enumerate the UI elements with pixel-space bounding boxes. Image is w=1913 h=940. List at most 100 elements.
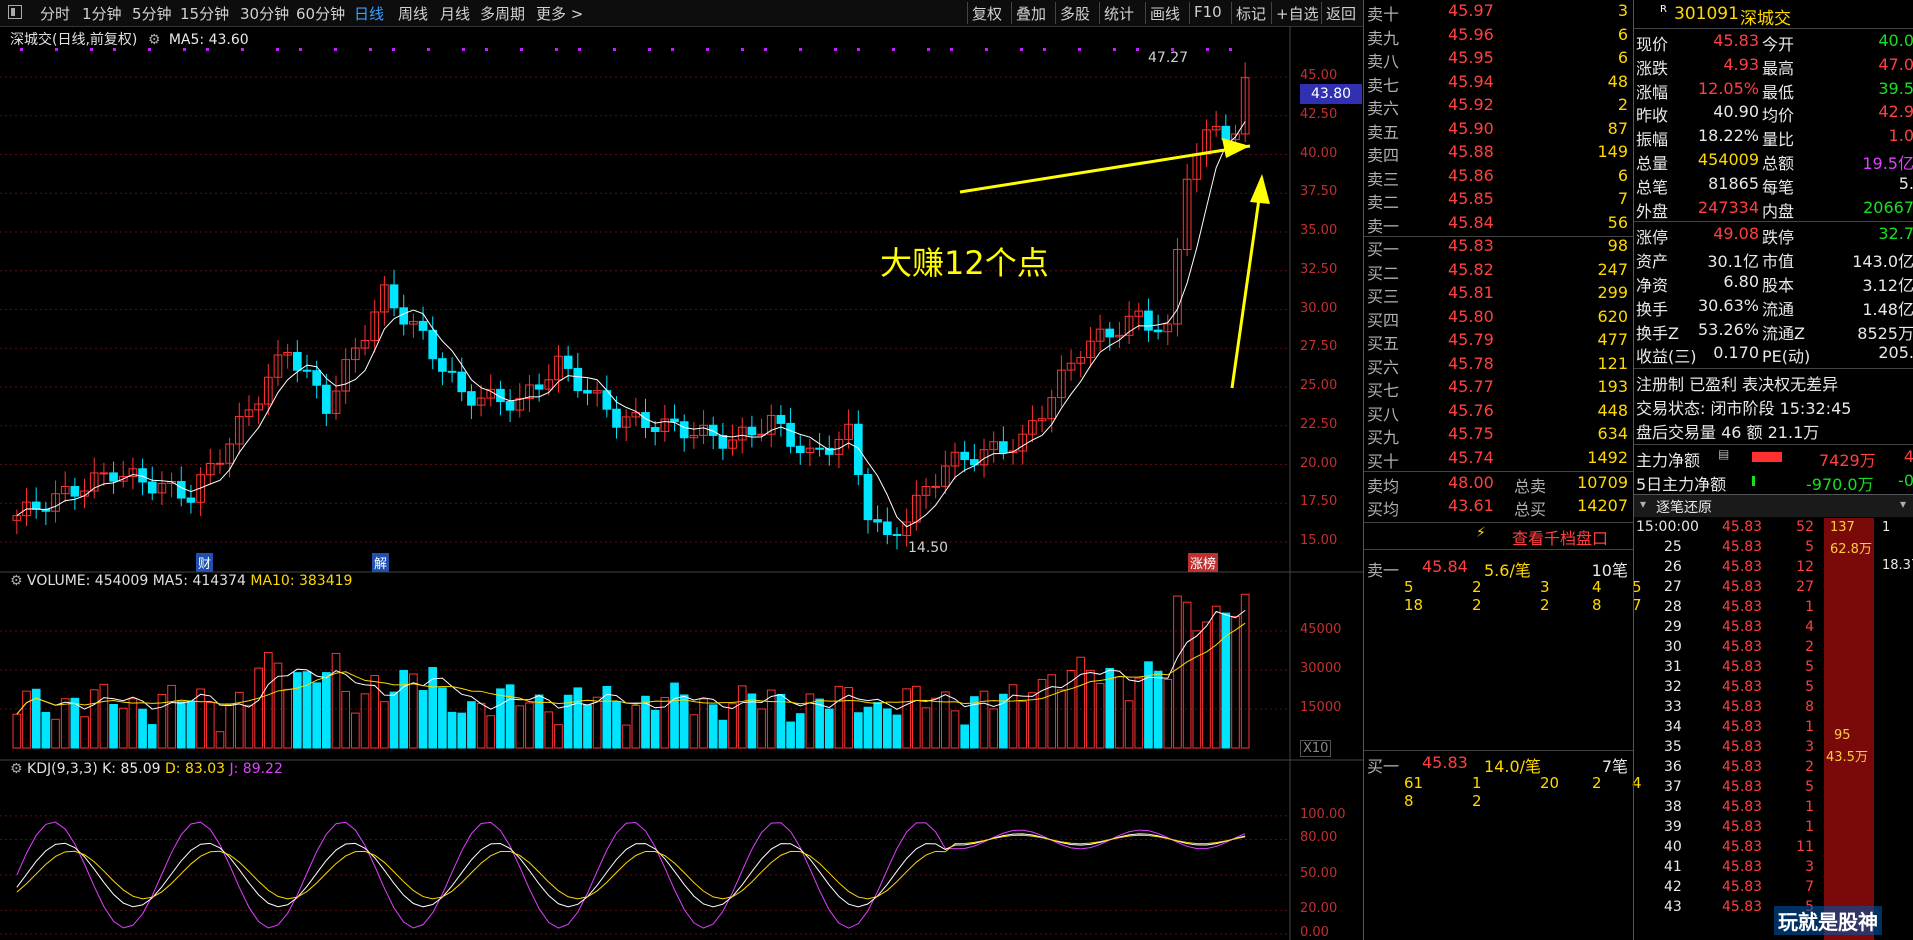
- volume-bar: [573, 687, 583, 749]
- period-tab-8[interactable]: 月线: [440, 3, 470, 24]
- tool-button-2[interactable]: 多股: [1060, 3, 1090, 24]
- price-axis-tick: 42.50: [1300, 106, 1338, 122]
- low-price-label: 14.50: [908, 540, 949, 556]
- bid-row[interactable]: 买一 45.83 98: [1364, 235, 1634, 259]
- volume-bar: [882, 708, 892, 749]
- bid-row[interactable]: 买八 45.76 448: [1364, 400, 1634, 424]
- signal-dot: [613, 48, 616, 51]
- volume-bar: [960, 724, 970, 749]
- period-tab-1[interactable]: 1分钟: [82, 3, 122, 24]
- stat-label: 总量: [1636, 154, 1669, 173]
- stat-label: 总笔: [1636, 177, 1669, 197]
- ask-row[interactable]: 卖四 45.88 149: [1364, 141, 1634, 165]
- tick-filter-icon[interactable]: ▾: [1900, 497, 1906, 511]
- candle-body: [563, 355, 573, 369]
- signal-dot: [462, 48, 465, 51]
- period-tab-9[interactable]: 多周期: [480, 3, 525, 24]
- tick-volume: 1: [1805, 799, 1814, 816]
- main-net-row: 主力净额 ▤ 7429万 4: [1634, 446, 1913, 470]
- period-tab-4[interactable]: 30分钟: [240, 3, 289, 24]
- stat-label-2: 最低: [1762, 82, 1795, 102]
- period-tab-2[interactable]: 5分钟: [132, 3, 172, 24]
- tool-button-5[interactable]: F10: [1194, 3, 1222, 21]
- volume-bar: [853, 712, 863, 749]
- view-depth-link[interactable]: ⚡ 查看千档盘口: [1364, 522, 1634, 550]
- signal-dot: [276, 48, 279, 51]
- stat-value-2: 39.5: [1878, 78, 1913, 98]
- tick-panel-header[interactable]: ▾ 逐笔还原 ▾: [1634, 494, 1913, 518]
- period-tab-7[interactable]: 周线: [398, 3, 428, 24]
- period-tab-5[interactable]: 60分钟: [296, 3, 345, 24]
- signal-dot: [741, 48, 744, 51]
- tool-button-0[interactable]: 复权: [972, 3, 1002, 24]
- tool-button-3[interactable]: 统计: [1104, 3, 1134, 24]
- stat-value: 81865: [1708, 173, 1759, 193]
- bid-row[interactable]: 买六 45.78 121: [1364, 353, 1634, 377]
- bid-row[interactable]: 买七 45.77 193: [1364, 376, 1634, 400]
- stat-label: 资产: [1636, 252, 1669, 272]
- bid-row[interactable]: 买三 45.81 299: [1364, 282, 1634, 306]
- ask-row[interactable]: 卖九 45.96 6: [1364, 24, 1634, 48]
- ask-row[interactable]: 卖十 45.97 3: [1364, 0, 1634, 24]
- stat-value-2: 40.0: [1878, 31, 1913, 50]
- tick-price: 45.83: [1722, 719, 1763, 736]
- volume-bar: [331, 652, 341, 749]
- ask-row[interactable]: 卖五 45.90 87: [1364, 118, 1634, 142]
- kdj-axis-tick: 20.00: [1300, 901, 1338, 917]
- level-price: 45.97: [1448, 1, 1494, 20]
- ask-row[interactable]: 卖六 45.92 2: [1364, 94, 1634, 118]
- tool-button-1[interactable]: 叠加: [1016, 3, 1046, 24]
- stat-value: 53.26%: [1697, 319, 1759, 339]
- volume-bar: [447, 711, 457, 749]
- tick-volume: 3: [1805, 859, 1814, 876]
- trade-status: 交易状态: 闭市阶段 15:32:45: [1634, 394, 1913, 418]
- menu-icon[interactable]: [8, 5, 22, 19]
- ask-row[interactable]: 卖一 45.84 56: [1364, 212, 1634, 236]
- tool-button-6[interactable]: 标记: [1236, 3, 1266, 24]
- bid-row[interactable]: 买十 45.74 1492: [1364, 447, 1634, 471]
- high-price-label: 47.27: [1148, 50, 1189, 66]
- volume-bar: [1008, 684, 1018, 749]
- main-net-chart-icon[interactable]: ▤: [1718, 447, 1729, 461]
- ask-row[interactable]: 卖二 45.85 7: [1364, 188, 1634, 212]
- volume-bar: [467, 701, 476, 749]
- marker-cai[interactable]: 财: [196, 553, 214, 572]
- signal-dot: [299, 48, 302, 51]
- ask-row[interactable]: 卖七 45.94 48: [1364, 71, 1634, 95]
- tick-row: 27 45.83 27: [1634, 578, 1824, 598]
- tick-collapse-icon[interactable]: ▾: [1640, 497, 1646, 511]
- ask-row[interactable]: 卖八 45.95 6: [1364, 47, 1634, 71]
- level-volume: 87: [1607, 118, 1628, 138]
- volume-bar: [592, 696, 602, 749]
- volume-bar: [322, 672, 331, 749]
- period-tab-6[interactable]: 日线: [354, 3, 384, 24]
- period-tab-3[interactable]: 15分钟: [180, 3, 229, 24]
- avg-label: 卖均: [1367, 477, 1400, 496]
- volume-bar: [80, 716, 89, 749]
- marker-jie[interactable]: 解: [372, 553, 390, 572]
- tick-bar-label: 137: [1830, 520, 1855, 536]
- bid-row[interactable]: 买四 45.80 620: [1364, 306, 1634, 330]
- signal-dot: [578, 48, 581, 51]
- tick-volume: 5: [1805, 779, 1814, 796]
- volume-settings-icon[interactable]: ⚙: [10, 573, 23, 589]
- registration-line-text: 注册制 已盈利 表决权无差异: [1636, 375, 1839, 395]
- candle-body: [418, 320, 428, 331]
- ask-row[interactable]: 卖三 45.86 6: [1364, 165, 1634, 189]
- kline-chart[interactable]: [0, 26, 1363, 940]
- queue-per: 14.0/笔: [1484, 757, 1542, 776]
- tool-button-4[interactable]: 画线: [1150, 3, 1180, 24]
- tool-button-8[interactable]: 返回: [1326, 3, 1356, 24]
- period-tab-0[interactable]: 分时: [40, 3, 70, 24]
- settings-gear-icon[interactable]: ⚙: [148, 32, 161, 48]
- bid-row[interactable]: 买五 45.79 477: [1364, 329, 1634, 353]
- candle-body: [960, 451, 970, 461]
- kdj-settings-icon[interactable]: ⚙: [10, 761, 23, 777]
- signal-dot: [892, 48, 895, 51]
- period-tab-10[interactable]: 更多 >: [536, 3, 583, 24]
- candle-body: [322, 384, 331, 414]
- bid-row[interactable]: 买九 45.75 634: [1364, 423, 1634, 447]
- marker-zhangbang[interactable]: 涨榜: [1188, 553, 1219, 572]
- bid-row[interactable]: 买二 45.82 247: [1364, 259, 1634, 283]
- tool-button-7[interactable]: +自选: [1276, 3, 1319, 24]
